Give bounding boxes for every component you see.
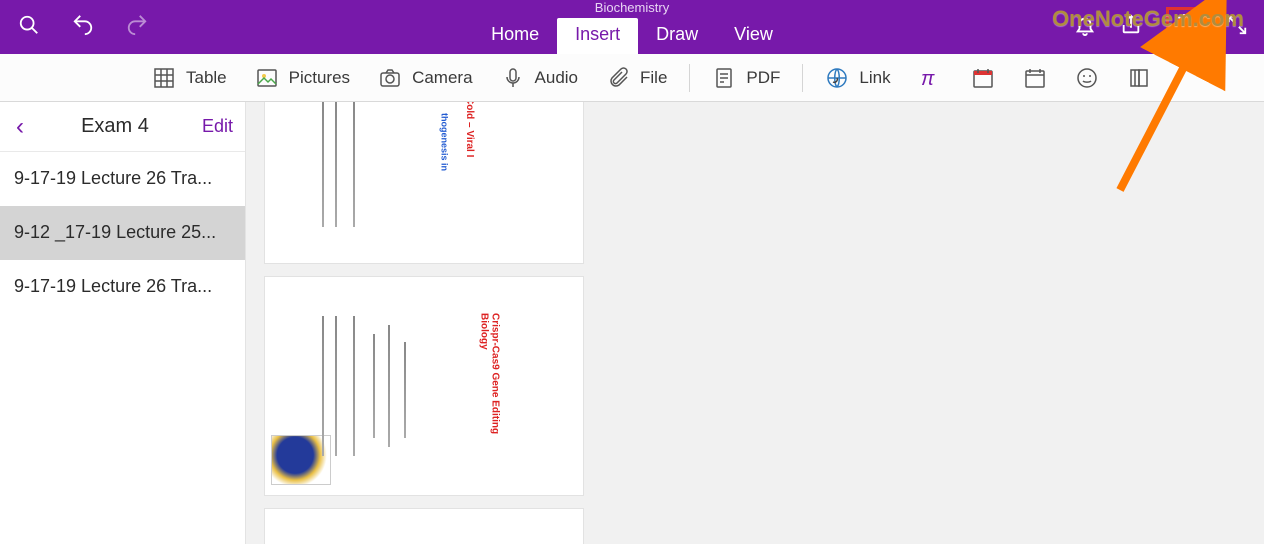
annotation-arrow	[0, 0, 1264, 544]
watermark-text: OneNoteGem.com	[1052, 6, 1244, 32]
